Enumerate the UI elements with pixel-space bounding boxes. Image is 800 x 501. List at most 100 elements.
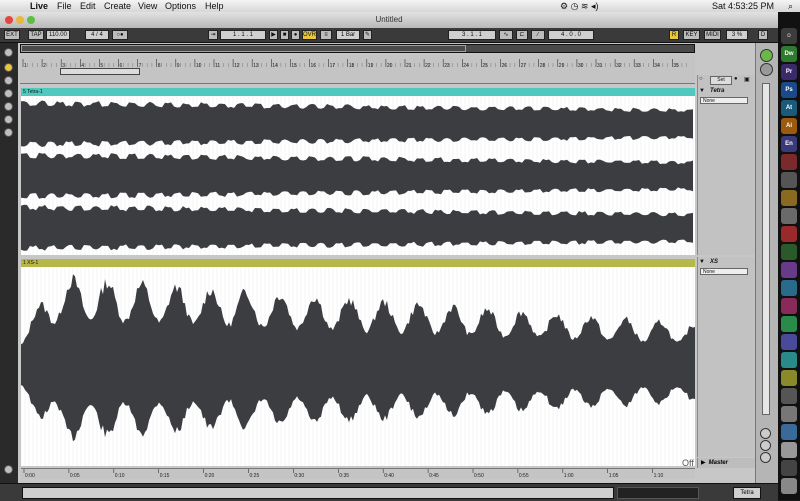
follow-icon[interactable]: ⇥ bbox=[208, 30, 218, 40]
track-2-name[interactable]: XS bbox=[710, 259, 718, 265]
dock-trash-icon[interactable] bbox=[781, 478, 797, 494]
track-1-fold-icon[interactable]: ▼ bbox=[699, 88, 707, 96]
time-signature-field[interactable]: 4 / 4 bbox=[85, 30, 109, 40]
browser-plugins-icon[interactable] bbox=[4, 76, 13, 85]
set-lock-icon[interactable]: ▣ bbox=[744, 76, 752, 83]
dock-app-5-icon[interactable] bbox=[781, 226, 797, 242]
menu-help[interactable]: Help bbox=[205, 0, 224, 12]
master-off-label[interactable]: Off bbox=[682, 458, 694, 468]
dock-illustrator-icon[interactable]: Ai bbox=[781, 118, 797, 134]
track-view-toggle-icon[interactable] bbox=[760, 49, 773, 62]
dock-dreamweaver-icon[interactable]: Dw bbox=[781, 46, 797, 62]
dock-app-11-icon[interactable] bbox=[781, 334, 797, 350]
dock-audition-icon[interactable]: At bbox=[781, 100, 797, 116]
r-button[interactable]: R bbox=[669, 30, 679, 40]
clip-lane-track-1[interactable] bbox=[21, 96, 695, 255]
clip-header-track-2[interactable]: 1 XS-1 bbox=[21, 259, 695, 267]
browser-folder-4-icon[interactable] bbox=[4, 128, 13, 137]
set-next-icon[interactable]: ● bbox=[734, 76, 742, 83]
dock-app-16-icon[interactable] bbox=[781, 424, 797, 440]
set-button[interactable]: Set bbox=[710, 76, 732, 85]
dock-app-12-icon[interactable] bbox=[781, 352, 797, 368]
loop-start-field[interactable]: 3 . 1 . 1 bbox=[448, 30, 496, 40]
dock-encore-icon[interactable]: En bbox=[781, 136, 797, 152]
zoom-in-icon[interactable] bbox=[760, 428, 771, 439]
dock-app-10-icon[interactable] bbox=[781, 316, 797, 332]
selected-track-name[interactable]: Tetra bbox=[733, 487, 761, 499]
punch-in-icon[interactable]: ∿ bbox=[499, 30, 513, 40]
dock-app-15-icon[interactable] bbox=[781, 406, 797, 422]
zoom-window-button[interactable] bbox=[27, 16, 35, 24]
dock-finder-icon[interactable]: ☺ bbox=[781, 28, 797, 44]
dock-app-1-icon[interactable] bbox=[781, 154, 797, 170]
browser-folder-2-icon[interactable] bbox=[4, 102, 13, 111]
loop-switch-icon[interactable]: ⊏ bbox=[516, 30, 528, 40]
browser-folder-1-icon[interactable] bbox=[4, 89, 13, 98]
quantize-field[interactable]: 1 Bar bbox=[336, 30, 360, 40]
midi-map-button[interactable]: MIDI bbox=[704, 30, 721, 40]
quantize-menu-icon[interactable]: ≡ bbox=[320, 30, 332, 40]
dock-app-6-icon[interactable] bbox=[781, 244, 797, 260]
vertical-scrollbar[interactable] bbox=[762, 83, 770, 415]
time-label: 0:30 bbox=[294, 473, 304, 479]
draw-mode-icon[interactable]: ✎ bbox=[363, 30, 372, 40]
overdub-button[interactable]: OVR bbox=[302, 30, 317, 40]
track-2-input-select[interactable]: None bbox=[700, 268, 748, 275]
dock-app-14-icon[interactable] bbox=[781, 388, 797, 404]
dock-premiere-icon[interactable]: Pr bbox=[781, 64, 797, 80]
browser-folder-3-icon[interactable] bbox=[4, 115, 13, 124]
dock-app-7-icon[interactable] bbox=[781, 262, 797, 278]
overview-bar[interactable] bbox=[20, 44, 695, 53]
loop-length-field[interactable]: 4 . 0 . 0 bbox=[548, 30, 594, 40]
menu-create[interactable]: Create bbox=[104, 0, 131, 12]
dock-documents-icon[interactable] bbox=[781, 460, 797, 476]
info-view-toggle-icon[interactable] bbox=[4, 465, 13, 474]
dock-app-13-icon[interactable] bbox=[781, 370, 797, 386]
dock-app-9-icon[interactable] bbox=[781, 298, 797, 314]
record-icon[interactable]: ● bbox=[291, 30, 300, 40]
master-fold-icon[interactable]: ▶ bbox=[698, 460, 709, 466]
menu-file[interactable]: File bbox=[57, 0, 72, 12]
punch-out-icon[interactable]: ∕ bbox=[531, 30, 545, 40]
io-toggle-icon[interactable] bbox=[760, 63, 773, 76]
track-1-name[interactable]: Tetra bbox=[710, 88, 724, 94]
menu-options[interactable]: Options bbox=[165, 0, 196, 12]
stop-icon[interactable]: ■ bbox=[280, 30, 289, 40]
clip-lane-track-2[interactable] bbox=[21, 267, 695, 466]
zoom-out-icon[interactable] bbox=[760, 440, 771, 451]
ruler-bar-label: 16 bbox=[311, 63, 317, 69]
track-2-fold-icon[interactable]: ▼ bbox=[699, 259, 707, 267]
menu-edit[interactable]: Edit bbox=[80, 0, 96, 12]
browser-live-devices-icon[interactable] bbox=[4, 63, 13, 72]
play-icon[interactable]: ▶ bbox=[269, 30, 278, 40]
arrangement-position-field[interactable]: 1 . 1 . 1 bbox=[220, 30, 266, 40]
clip-header-track-1[interactable]: 5 Tetra-1 bbox=[21, 88, 695, 96]
dock-app-3-icon[interactable] bbox=[781, 190, 797, 206]
close-window-button[interactable] bbox=[5, 16, 13, 24]
key-map-button[interactable]: KEY bbox=[683, 30, 700, 40]
tempo-field[interactable]: 110.00 bbox=[46, 30, 70, 40]
time-ruler[interactable]: 0:00 0:05 0:10 0:15 0:20 0:25 0:30 0:35 0:40 0:45… bbox=[21, 468, 708, 479]
dock-app-2-icon[interactable] bbox=[781, 172, 797, 188]
browser-toggle-icon[interactable] bbox=[4, 48, 13, 57]
tap-tempo-button[interactable]: TAP bbox=[28, 30, 44, 40]
loop-brace[interactable] bbox=[60, 68, 140, 75]
overview-viewport[interactable] bbox=[21, 45, 466, 52]
menu-live[interactable]: Live bbox=[30, 0, 48, 12]
master-track[interactable]: ▶ Master bbox=[697, 458, 755, 468]
beat-time-ruler[interactable]: 1 2 3 4 5 6 7 8 9 10 11 12 13 14 15 16 17 18 19 20 21 22 23 24 2… bbox=[20, 55, 695, 84]
d-button[interactable]: D bbox=[758, 30, 768, 40]
dock-app-4-icon[interactable] bbox=[781, 208, 797, 224]
ruler-bar-label: 12 bbox=[234, 63, 240, 69]
ext-sync-button[interactable]: EXT bbox=[4, 30, 20, 40]
dock-downloads-icon[interactable] bbox=[781, 442, 797, 458]
minimize-window-button[interactable] bbox=[16, 16, 24, 24]
set-fold-icon[interactable]: ○ bbox=[699, 76, 707, 83]
track-1-input-select[interactable]: None bbox=[700, 97, 748, 104]
dock-app-8-icon[interactable] bbox=[781, 280, 797, 296]
dock-photoshop-icon[interactable]: Ps bbox=[781, 82, 797, 98]
menu-view[interactable]: View bbox=[138, 0, 157, 12]
metronome-button[interactable]: ○● bbox=[112, 30, 128, 40]
spotlight-icon[interactable]: ⌕ bbox=[788, 0, 793, 12]
fit-icon[interactable] bbox=[760, 452, 771, 463]
